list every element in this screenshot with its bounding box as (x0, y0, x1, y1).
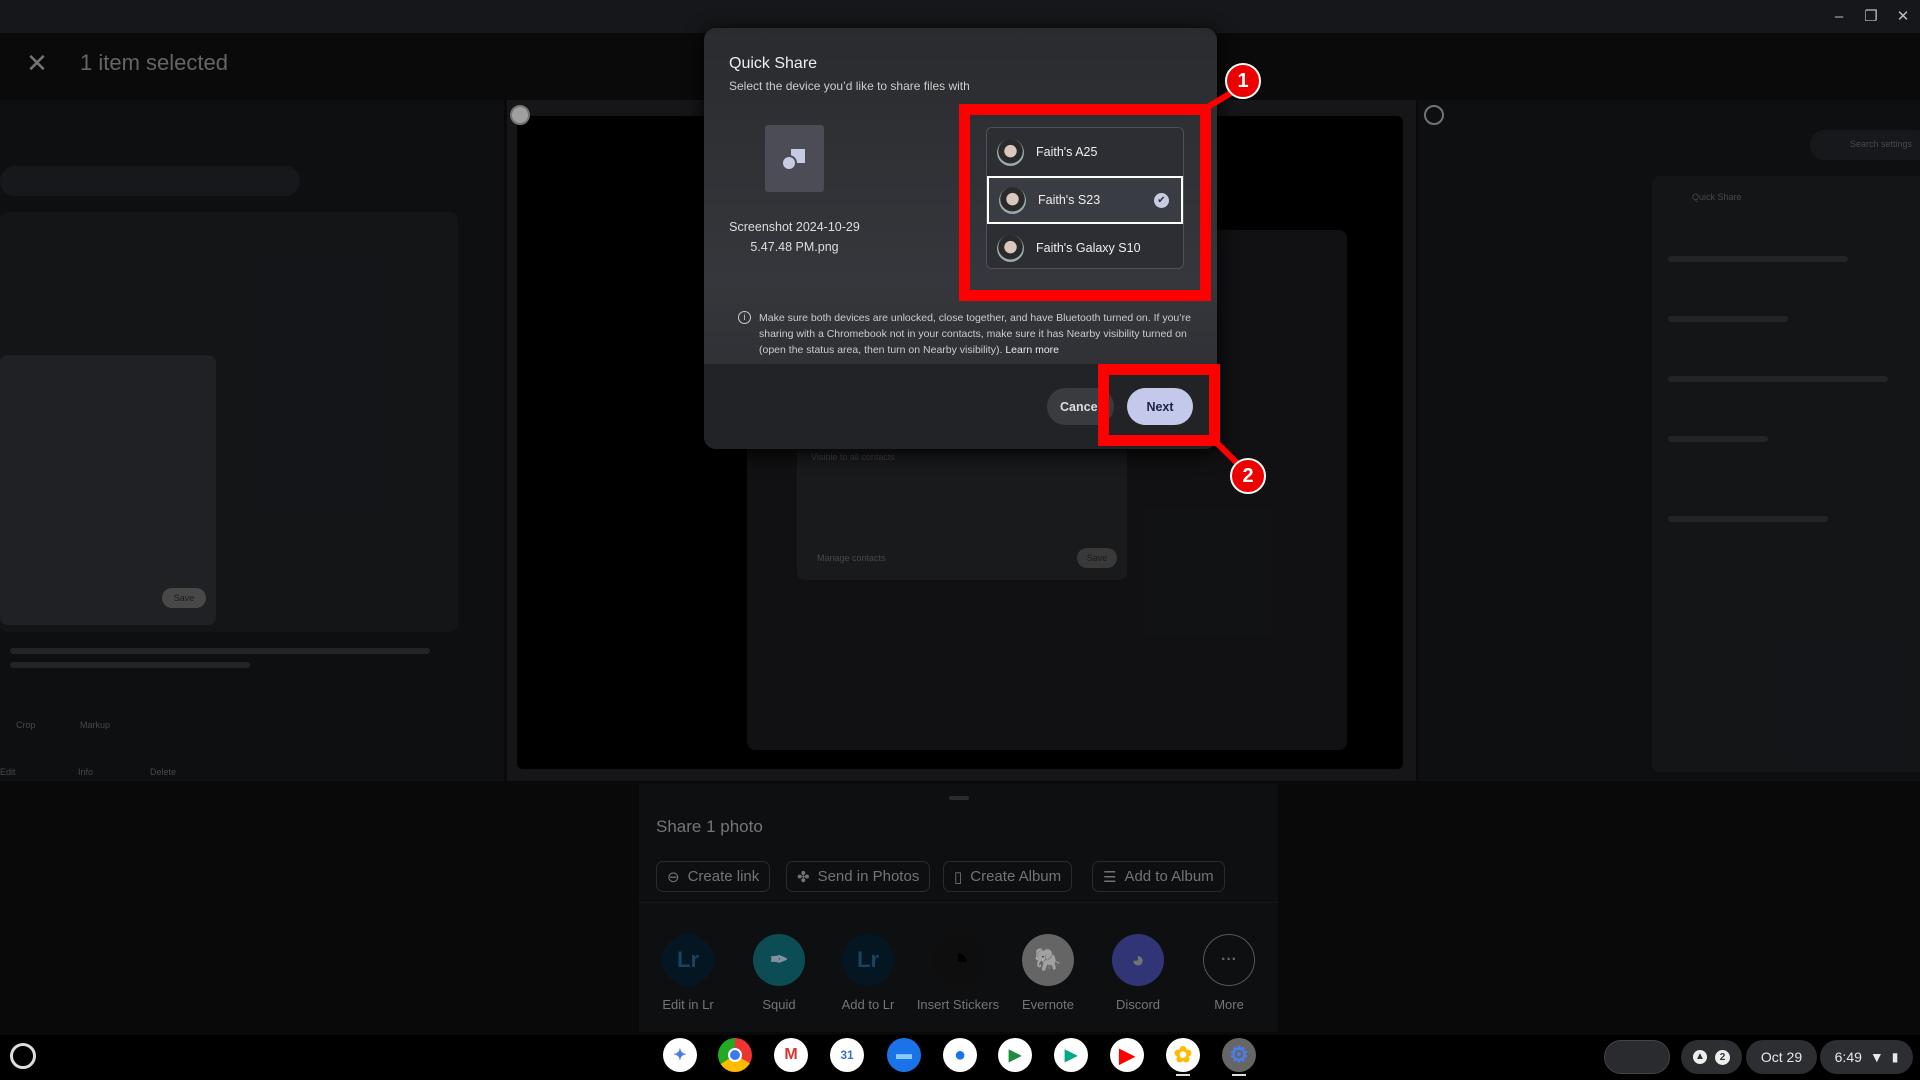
annotation-box-device-list (959, 104, 1211, 301)
annotation-step-2: 2 (1230, 458, 1266, 494)
annotation-step-1: 1 (1225, 63, 1261, 99)
annotation-box-next (1098, 364, 1220, 446)
